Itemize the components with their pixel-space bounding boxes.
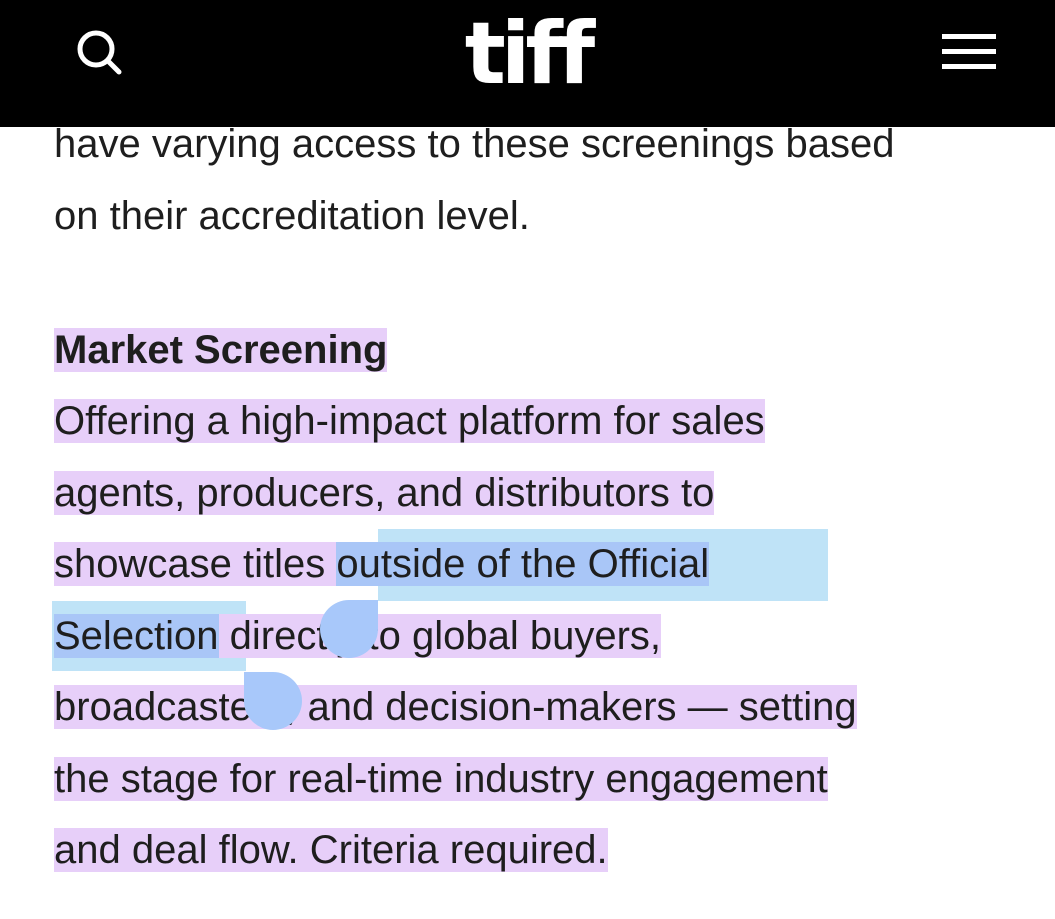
paragraph-line: broadcasters, and decision-makers — sett… [54,685,857,729]
section-heading: Market Screening [54,328,388,372]
menu-button[interactable] [938,28,1000,76]
intro-text-line: on their accreditation level. [54,194,530,238]
selection-start-handle[interactable] [320,600,378,658]
paragraph-line: showcase titles [54,542,337,586]
paragraph-line: the stage for real-time industry engagem… [54,757,828,801]
tiff-logo[interactable]: tiff [0,4,1055,104]
selected-text[interactable]: outside of the Official [336,542,710,586]
paragraph-line: agents, producers, and distributors to [54,471,715,515]
selection-end-handle[interactable] [244,672,302,730]
paragraph-line: and deal flow. Criteria required. [54,828,608,872]
selected-text[interactable]: Selection [54,614,219,658]
hamburger-menu-icon [942,34,996,69]
site-header: tiff [0,0,1055,127]
paragraph-line: Offering a high-impact platform for sale… [54,399,765,443]
article-body: have varying access to these screenings … [0,0,1055,919]
paragraph-line: directly to global buyers, [218,614,662,658]
